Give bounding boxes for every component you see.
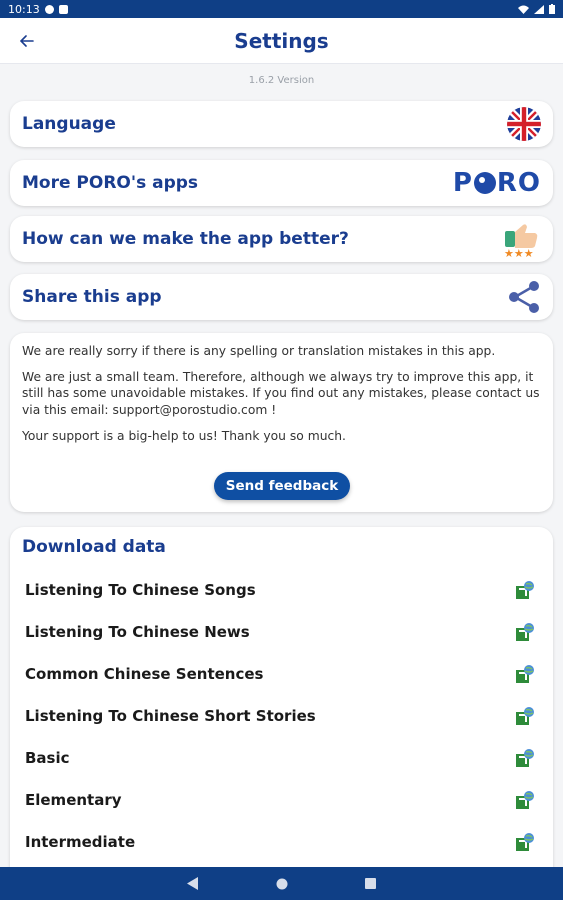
nav-back-button[interactable] — [186, 877, 200, 891]
info-paragraph-2: We are just a small team. Therefore, alt… — [22, 370, 540, 417]
share-app-label: Share this app — [22, 287, 162, 307]
language-row[interactable]: Language — [10, 101, 553, 147]
more-apps-row[interactable]: More PORO's apps P RO — [10, 160, 553, 206]
square-recents-icon — [365, 878, 376, 889]
download-item[interactable]: Listening To Chinese Short Stories — [25, 699, 535, 733]
system-nav-bar — [0, 867, 563, 900]
share-app-row[interactable]: Share this app — [10, 274, 553, 320]
battery-icon — [549, 4, 555, 14]
status-time: 10:13 — [8, 2, 40, 16]
signal-icon — [534, 4, 544, 14]
download-globe-icon[interactable] — [515, 748, 535, 768]
improve-app-label: How can we make the app better? — [22, 229, 349, 249]
language-label: Language — [22, 114, 116, 134]
circle-home-icon — [276, 878, 287, 889]
nav-home-button[interactable] — [275, 877, 289, 891]
more-apps-label: More PORO's apps — [22, 173, 199, 193]
app-bar: Settings — [0, 18, 563, 64]
download-item[interactable]: Basic — [25, 741, 535, 775]
download-item[interactable]: Intermediate — [25, 825, 535, 859]
info-paragraph-1: We are really sorry if there is any spel… — [22, 344, 496, 358]
status-bar: 10:13 — [0, 0, 563, 18]
nav-recents-button[interactable] — [364, 877, 378, 891]
download-globe-icon[interactable] — [515, 580, 535, 600]
download-globe-icon[interactable] — [515, 706, 535, 726]
download-item[interactable]: Common Chinese Sentences — [25, 657, 535, 691]
thumbs-up-rating-icon: ★★★ — [504, 224, 538, 257]
arrow-left-icon — [20, 35, 34, 47]
download-globe-icon[interactable] — [515, 664, 535, 684]
download-globe-icon[interactable] — [515, 790, 535, 810]
triangle-back-icon — [186, 877, 198, 890]
share-icon — [509, 281, 539, 313]
uk-flag-icon — [507, 107, 541, 141]
wifi-icon — [518, 5, 529, 14]
download-globe-icon[interactable] — [515, 622, 535, 642]
download-item[interactable]: Elementary — [25, 783, 535, 817]
info-paragraph-3: Your support is a big-help to us! Thank … — [22, 428, 346, 443]
download-item[interactable]: Listening To Chinese News — [25, 615, 535, 649]
poro-logo: P RO — [452, 168, 541, 198]
send-feedback-button[interactable]: Send feedback — [214, 472, 350, 500]
notification-icon — [44, 4, 54, 14]
download-section: Download data Listening To Chinese Songs… — [10, 527, 553, 869]
poro-logo-o — [473, 172, 496, 194]
version-label: 1.6.2 Version — [248, 75, 315, 86]
back-button[interactable] — [14, 28, 40, 54]
svg-text:★★★: ★★★ — [504, 247, 534, 257]
download-globe-icon[interactable] — [515, 832, 535, 852]
download-item[interactable]: Listening To Chinese Songs — [25, 573, 535, 607]
sim-icon — [58, 4, 68, 14]
download-title: Download data — [22, 537, 166, 557]
page-title: Settings — [234, 28, 329, 53]
improve-app-row[interactable]: How can we make the app better? ★★★ — [10, 216, 553, 262]
